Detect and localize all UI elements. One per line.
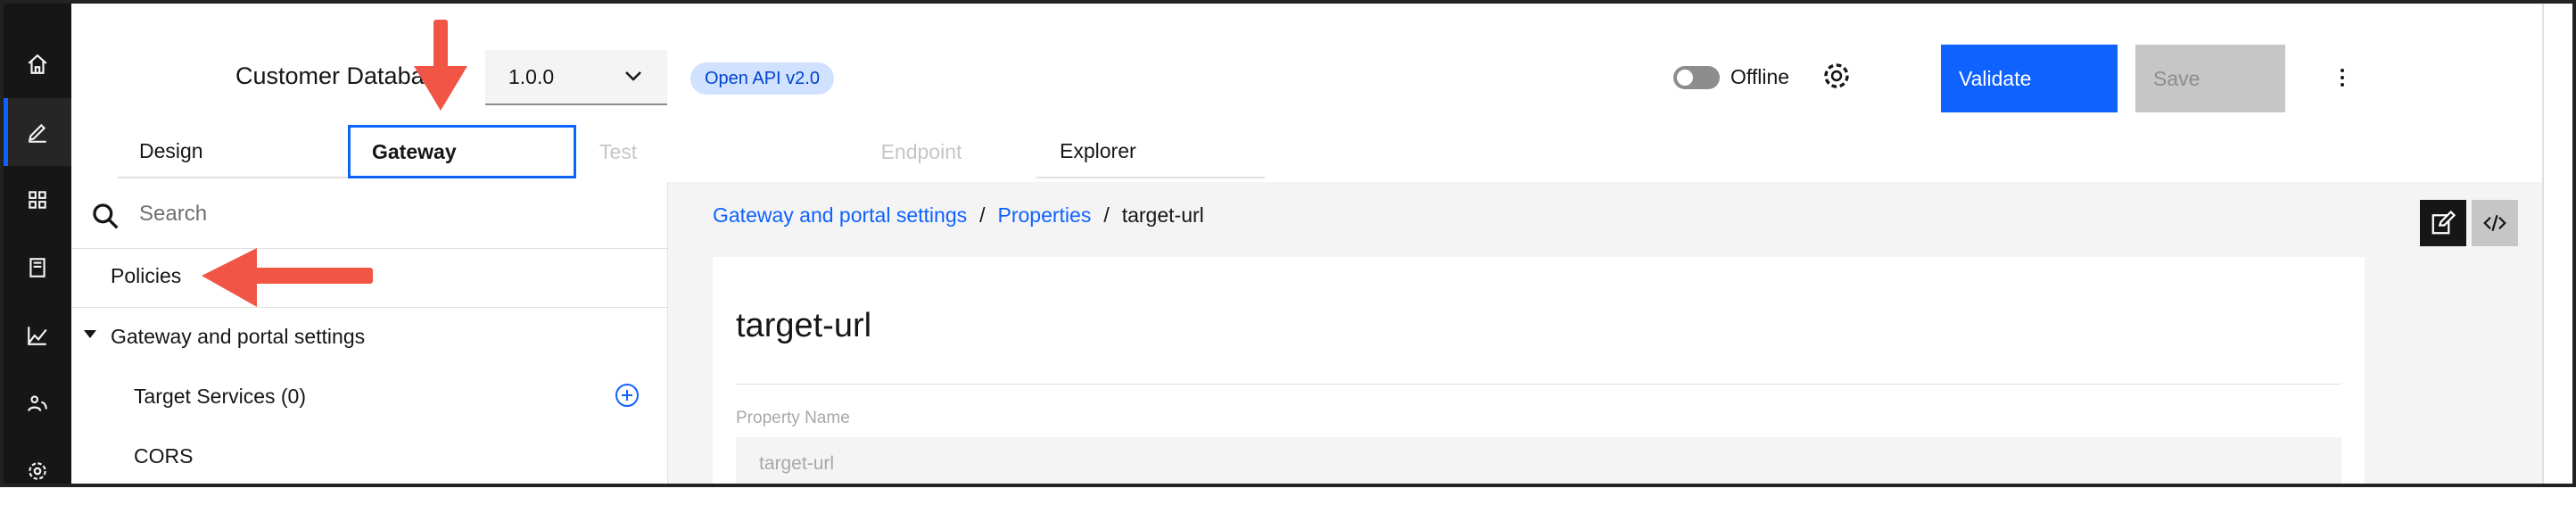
rail-settings[interactable]	[4, 437, 71, 505]
tab-gateway[interactable]: Gateway	[348, 125, 576, 178]
code-icon	[2483, 214, 2506, 232]
property-name-label: Property Name	[736, 409, 850, 427]
divider	[736, 384, 2341, 385]
overflow-menu-icon[interactable]	[2333, 62, 2351, 93]
add-circle-icon[interactable]	[615, 384, 639, 407]
right-edge-divider	[2542, 4, 2544, 487]
offline-toggle[interactable]	[1673, 66, 1720, 89]
tab-explorer[interactable]: Explorer	[1036, 125, 1265, 178]
breadcrumb: Gateway and portal settings / Properties / t…	[713, 203, 1204, 227]
sidebar-group-gateway-portal[interactable]: Gateway and portal settings	[111, 325, 365, 349]
chevron-down-icon	[625, 71, 641, 81]
caret-down-icon[interactable]	[84, 330, 96, 338]
sidebar-item-target-services[interactable]: Target Services (0)	[134, 385, 306, 409]
edit-icon	[28, 123, 46, 143]
home-icon	[28, 54, 47, 74]
property-card: target-url Property Name target-url	[713, 257, 2365, 487]
catalog-icon	[29, 258, 45, 277]
tab-test[interactable]: Test	[576, 125, 806, 178]
api-type-tag: Open API v2.0	[690, 62, 834, 95]
breadcrumb-current: target-url	[1121, 203, 1204, 227]
version-value: 1.0.0	[508, 64, 555, 88]
rail-members[interactable]	[4, 369, 71, 437]
analytics-icon	[28, 327, 47, 345]
breadcrumb-link-gateway-portal[interactable]: Gateway and portal settings	[713, 203, 967, 227]
rail-home[interactable]	[4, 30, 71, 98]
apps-icon	[29, 191, 46, 209]
search-input[interactable]: Search	[71, 182, 667, 249]
rail-develop[interactable]	[4, 98, 71, 166]
left-nav-rail	[4, 4, 71, 487]
property-heading: target-url	[736, 307, 872, 344]
search-icon	[93, 203, 119, 229]
validate-button[interactable]: Validate	[1941, 45, 2118, 112]
version-select[interactable]: 1.0.0	[485, 50, 667, 105]
main-content: Gateway and portal settings / Properties / t…	[668, 182, 2542, 487]
property-name-value: target-url	[759, 453, 835, 474]
offline-label: Offline	[1730, 65, 1790, 88]
tab-design[interactable]: Design	[118, 125, 348, 178]
annotation-arrow-left-icon	[202, 248, 373, 307]
property-name-field[interactable]: target-url	[736, 437, 2341, 487]
settings-icon	[29, 462, 46, 480]
rail-apps[interactable]	[4, 166, 71, 234]
gateway-sidebar: Search Policies Gateway and portal setti…	[71, 182, 668, 487]
users-icon	[28, 395, 47, 411]
rail-catalog[interactable]	[4, 234, 71, 302]
save-button[interactable]: Save	[2135, 45, 2285, 112]
sidebar-item-policies[interactable]: Policies	[111, 264, 181, 288]
edit-icon	[2432, 210, 2456, 235]
sidebar-item-cors[interactable]: CORS	[134, 444, 193, 468]
gear-icon[interactable]	[1821, 61, 1852, 91]
breadcrumb-link-properties[interactable]: Properties	[998, 203, 1092, 227]
search-placeholder: Search	[139, 202, 208, 226]
tab-endpoint[interactable]: Endpoint	[806, 125, 1036, 178]
form-view-button[interactable]	[2420, 200, 2466, 246]
source-view-button[interactable]	[2472, 200, 2518, 246]
rail-analytics[interactable]	[4, 302, 71, 369]
annotation-arrow-down-icon	[414, 20, 467, 111]
